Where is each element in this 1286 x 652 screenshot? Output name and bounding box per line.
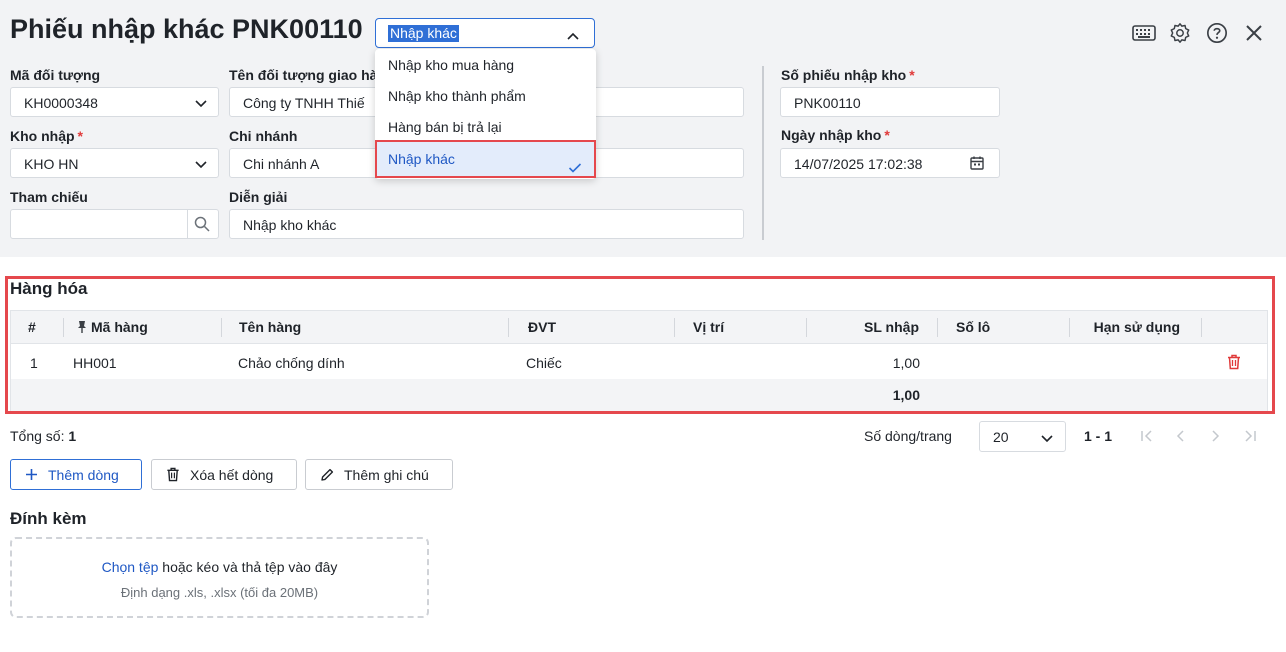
delete-all-rows-label: Xóa hết dòng <box>190 466 274 483</box>
cell-index: 1 <box>30 355 38 371</box>
format-hint: Định dạng .xls, .xlsx (tối đa 20MB) <box>120 585 319 600</box>
rows-per-page-label: Số dòng/trang <box>864 428 952 444</box>
keyboard-icon[interactable] <box>1131 20 1157 46</box>
dropdown-option[interactable]: Nhập kho thành phẩm <box>375 81 596 112</box>
table-footer: 1,00 <box>11 379 1267 411</box>
calendar-icon[interactable] <box>969 155 985 176</box>
page-title: Phiếu nhập khác PNK00110 <box>10 14 363 44</box>
table-header: # Mã hàng Tên hàng ĐVT Vị trí SL nhập Số… <box>11 311 1267 344</box>
search-icon[interactable] <box>194 216 210 237</box>
so-phieu-input[interactable]: PNK00110 <box>780 87 1000 117</box>
close-icon[interactable] <box>1241 20 1267 46</box>
total-label: Tổng số: <box>10 428 65 444</box>
drop-instruction: hoặc kéo và thả tệp vào đây <box>162 559 338 575</box>
help-icon[interactable] <box>1204 20 1230 46</box>
col-ten-hang: Tên hàng <box>239 319 302 335</box>
chevron-down-icon <box>1040 431 1054 449</box>
ngay-nhap-input[interactable]: 14/07/2025 17:02:38 <box>780 148 1000 178</box>
check-icon <box>568 152 582 186</box>
cell-sl-nhap[interactable]: 1,00 <box>893 355 920 371</box>
chevron-down-icon <box>194 157 208 175</box>
divider <box>1201 318 1202 337</box>
so-phieu-label: Số phiếu nhập kho * <box>781 67 915 83</box>
divider <box>508 318 509 337</box>
delete-row-icon[interactable] <box>1227 354 1241 375</box>
dropdown-option-label: Nhập khác <box>388 151 455 167</box>
prev-page-icon[interactable] <box>1175 429 1187 447</box>
chi-nhanh-value: Chi nhánh A <box>243 156 320 172</box>
chi-nhanh-label: Chi nhánh <box>229 128 298 144</box>
gear-icon[interactable] <box>1167 20 1193 46</box>
tham-chieu-input[interactable] <box>10 209 219 239</box>
divider <box>187 210 188 238</box>
delete-all-rows-button[interactable]: Xóa hết dòng <box>151 459 297 490</box>
ngay-nhap-value: 14/07/2025 17:02:38 <box>794 156 923 172</box>
pin-icon[interactable] <box>77 320 87 339</box>
trash-icon <box>167 467 179 482</box>
pencil-icon <box>321 468 334 481</box>
col-ma-hang: Mã hàng <box>91 319 148 335</box>
kho-nhap-value: KHO HN <box>24 156 79 172</box>
col-so-lo: Số lô <box>956 319 991 335</box>
dien-giai-input[interactable]: Nhập kho khác <box>229 209 744 239</box>
add-note-button[interactable]: Thêm ghi chú <box>305 459 453 490</box>
dropdown-option[interactable]: Hàng bán bị trả lại <box>375 112 596 143</box>
col-vi-tri: Vị trí <box>693 319 725 335</box>
ten-doi-tuong-label: Tên đối tượng giao hà <box>229 67 378 83</box>
chevron-up-icon <box>566 28 580 46</box>
dien-giai-value: Nhập kho khác <box>243 217 337 233</box>
kho-nhap-select[interactable]: KHO HN <box>10 148 219 178</box>
first-page-icon[interactable] <box>1140 429 1154 447</box>
tham-chieu-label: Tham chiếu <box>10 189 88 205</box>
add-row-label: Thêm dòng <box>48 466 119 483</box>
voucher-type-select[interactable]: Nhập khác <box>375 18 595 48</box>
plus-icon <box>26 469 37 480</box>
divider <box>806 318 807 337</box>
table-row[interactable]: 1 HH001 Chảo chống dính Chiếc 1,00 <box>11 345 1267 379</box>
rows-per-page-value: 20 <box>993 429 1009 445</box>
rows-per-page-select[interactable]: 20 <box>979 421 1066 452</box>
ngay-nhap-label: Ngày nhập kho * <box>781 127 890 143</box>
file-dropzone[interactable]: Chọn tệp hoặc kéo và thả tệp vào đây Địn… <box>10 537 429 618</box>
divider <box>674 318 675 337</box>
ma-doi-tuong-label: Mã đối tượng <box>10 67 101 83</box>
ma-doi-tuong-select[interactable]: KH0000348 <box>10 87 219 117</box>
voucher-type-dropdown: Nhập kho mua hàng Nhập kho thành phẩm Hà… <box>375 49 596 179</box>
kho-nhap-label: Kho nhập * <box>10 128 83 144</box>
total-count: Tổng số: 1 <box>10 428 76 444</box>
divider <box>63 318 64 337</box>
dropzone-text: Chọn tệp hoặc kéo và thả tệp vào đây <box>12 559 427 575</box>
dropdown-option[interactable]: Nhập kho mua hàng <box>375 50 596 81</box>
cell-dvt[interactable]: Chiếc <box>526 355 562 371</box>
col-index: # <box>28 319 36 335</box>
dien-giai-label: Diễn giải <box>229 189 288 205</box>
ma-doi-tuong-value: KH0000348 <box>24 95 98 111</box>
voucher-type-value: Nhập khác <box>388 25 459 42</box>
column-divider <box>762 66 764 240</box>
page-range: 1 - 1 <box>1084 428 1113 444</box>
divider <box>1069 318 1070 337</box>
choose-file-link[interactable]: Chọn tệp <box>102 559 159 575</box>
ten-doi-tuong-value: Công ty TNHH Thiế <box>243 95 365 111</box>
cell-ten-hang[interactable]: Chảo chống dính <box>238 355 345 371</box>
col-sl-nhap: SL nhập <box>864 319 919 335</box>
next-page-icon[interactable] <box>1209 429 1221 447</box>
dropdown-option-selected[interactable]: Nhập khác <box>375 140 596 178</box>
cell-ma-hang[interactable]: HH001 <box>73 355 117 371</box>
goods-table: # Mã hàng Tên hàng ĐVT Vị trí SL nhập Số… <box>10 310 1268 411</box>
col-dvt: ĐVT <box>528 319 556 335</box>
divider <box>937 318 938 337</box>
col-han-su-dung: Hạn sử dụng <box>1093 319 1180 335</box>
add-row-button[interactable]: Thêm dòng <box>10 459 142 490</box>
goods-title: Hàng hóa <box>10 279 88 298</box>
add-note-label: Thêm ghi chú <box>344 466 429 483</box>
so-phieu-value: PNK00110 <box>794 95 861 111</box>
total-sl-nhap: 1,00 <box>892 387 920 403</box>
divider <box>221 318 222 337</box>
attachments-title: Đính kèm <box>10 509 87 528</box>
last-page-icon[interactable] <box>1243 429 1257 447</box>
chevron-down-icon <box>194 96 208 114</box>
total-value: 1 <box>68 428 77 444</box>
